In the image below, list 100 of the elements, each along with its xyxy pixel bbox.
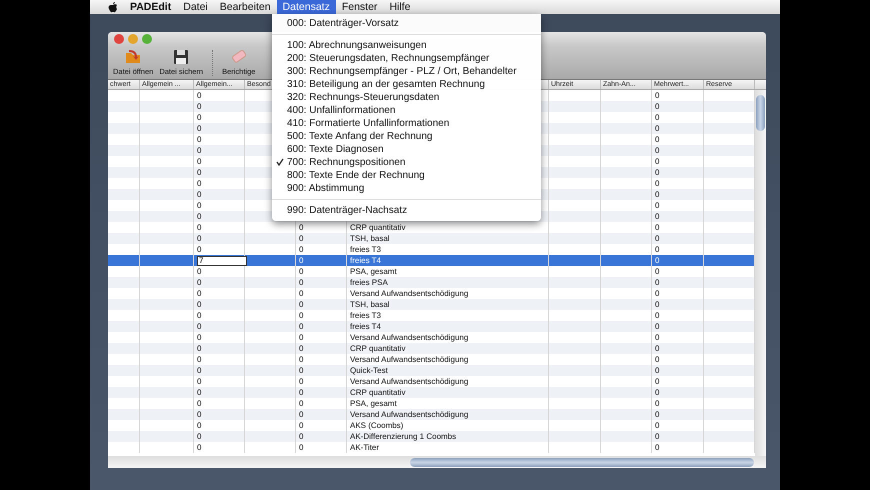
table-cell: 0: [197, 288, 202, 298]
table-cell: 0: [655, 156, 660, 166]
table-cell: 0: [655, 332, 660, 342]
table-cell: 0: [197, 376, 202, 386]
table-cell: 0: [655, 310, 660, 320]
table-cell: 0: [655, 376, 660, 386]
table-cell: 0: [299, 310, 304, 320]
table-cell: 0: [197, 332, 202, 342]
table-cell: 0: [655, 442, 660, 452]
table-cell: 0: [655, 102, 660, 112]
table-cell: AKS (Coombs): [350, 420, 404, 430]
table-cell: 0: [299, 376, 304, 386]
table-cell: 0: [197, 388, 202, 398]
table-cell: 0: [197, 244, 202, 254]
table-cell: freies PSA: [350, 278, 388, 288]
table-cell: 0: [655, 432, 660, 442]
table-cell: freies T3: [350, 310, 381, 320]
table-cell: Versand Aufwandsentschödigung: [350, 410, 468, 420]
table-cell: 0: [655, 288, 660, 298]
table-cell: 0: [655, 168, 660, 178]
table-cell: PSA, gesamt: [350, 398, 397, 408]
table-cell: 0: [299, 332, 304, 342]
table-cell: 0: [197, 190, 202, 200]
table-cell: 0: [299, 410, 304, 420]
table-cell: 0: [197, 156, 202, 166]
table-cell: 0: [299, 256, 304, 266]
table-cell: 0: [197, 112, 202, 122]
table-cell: Quick-Test: [350, 366, 388, 376]
table-cell: CRP quantitativ: [350, 222, 406, 232]
table-cell: 0: [299, 398, 304, 408]
table-cell: 0: [655, 112, 660, 122]
table-cell: AK-Titer: [350, 442, 380, 452]
table-cell: 0: [197, 178, 202, 188]
table-cell: Versand Aufwandsentschödigung: [350, 332, 468, 342]
table-cell: 0: [197, 410, 202, 420]
table-cell: 0: [299, 266, 304, 276]
table-cell: 0: [655, 190, 660, 200]
table-cell: 0: [655, 234, 660, 244]
table-cell: 0: [299, 278, 304, 288]
table-cell: freies T4: [350, 322, 381, 332]
table-cell: 0: [299, 344, 304, 354]
table-cell: 0: [655, 366, 660, 376]
table-cell: 0: [197, 90, 202, 100]
table-cell: PSA, gesamt: [350, 266, 397, 276]
table-cell: 0: [197, 134, 202, 144]
table-cell: 0: [655, 90, 660, 100]
table-cell: 0: [197, 432, 202, 442]
table-cell: Versand Aufwandsentschödigung: [350, 354, 468, 364]
table-cell: 0: [655, 178, 660, 188]
table-cell: 0: [197, 310, 202, 320]
table-cell: 0: [299, 432, 304, 442]
table-cell: 0: [197, 354, 202, 364]
table-cell: 0: [197, 146, 202, 156]
table-cell: 0: [197, 322, 202, 332]
table-cell: 0: [197, 212, 202, 222]
table-cell: 0: [655, 146, 660, 156]
table-cell: 0: [299, 420, 304, 430]
table-cell: 0: [197, 124, 202, 134]
table-cell: 0: [655, 278, 660, 288]
table-cell: 0: [655, 410, 660, 420]
table-cell: freies T4: [350, 256, 381, 266]
table-cell: 0: [299, 222, 304, 232]
table-cell: 0: [299, 388, 304, 398]
table-cell: freies T3: [350, 244, 381, 254]
table-cell: 0: [299, 300, 304, 310]
table-cell: 0: [197, 234, 202, 244]
table-cell: AK-Differenzierung 1 Coombs: [350, 432, 456, 442]
table-cell: 0: [197, 420, 202, 430]
table-cell: 0: [299, 322, 304, 332]
table-cell: 0: [655, 124, 660, 134]
table-cell: 0: [655, 344, 660, 354]
table-cell: 0: [299, 244, 304, 254]
table-cell: 0: [299, 354, 304, 364]
table-cell: 0: [655, 244, 660, 254]
table-cell: Versand Aufwandsentschödigung: [350, 288, 468, 298]
table-cell: 0: [655, 212, 660, 222]
table-cell: 0: [655, 322, 660, 332]
table-cell: 0: [197, 266, 202, 276]
table-cell: 0: [655, 398, 660, 408]
table-cell: 0: [655, 222, 660, 232]
table-cell: 0: [197, 222, 202, 232]
table-cell: 0: [197, 300, 202, 310]
table-cell: CRP quantitativ: [350, 344, 406, 354]
table-cell: 0: [655, 354, 660, 364]
table-cell: 0: [197, 398, 202, 408]
table-cell: 0: [655, 200, 660, 210]
table-cell: 0: [655, 388, 660, 398]
table-cell: 0: [655, 134, 660, 144]
table-cell: 0: [655, 266, 660, 276]
table-cell: 0: [299, 442, 304, 452]
table-cell: 0: [197, 102, 202, 112]
table-cell: 0: [197, 366, 202, 376]
table-cell: TSH, basal: [350, 234, 390, 244]
table-cell: 0: [197, 442, 202, 452]
table-cell: 0: [197, 278, 202, 288]
table-cell: 0: [655, 420, 660, 430]
table-cell: 0: [299, 288, 304, 298]
table-cell: Versand Aufwandsentschödigung: [350, 376, 468, 386]
table-cell: 0: [197, 344, 202, 354]
table-cell: 0: [299, 234, 304, 244]
